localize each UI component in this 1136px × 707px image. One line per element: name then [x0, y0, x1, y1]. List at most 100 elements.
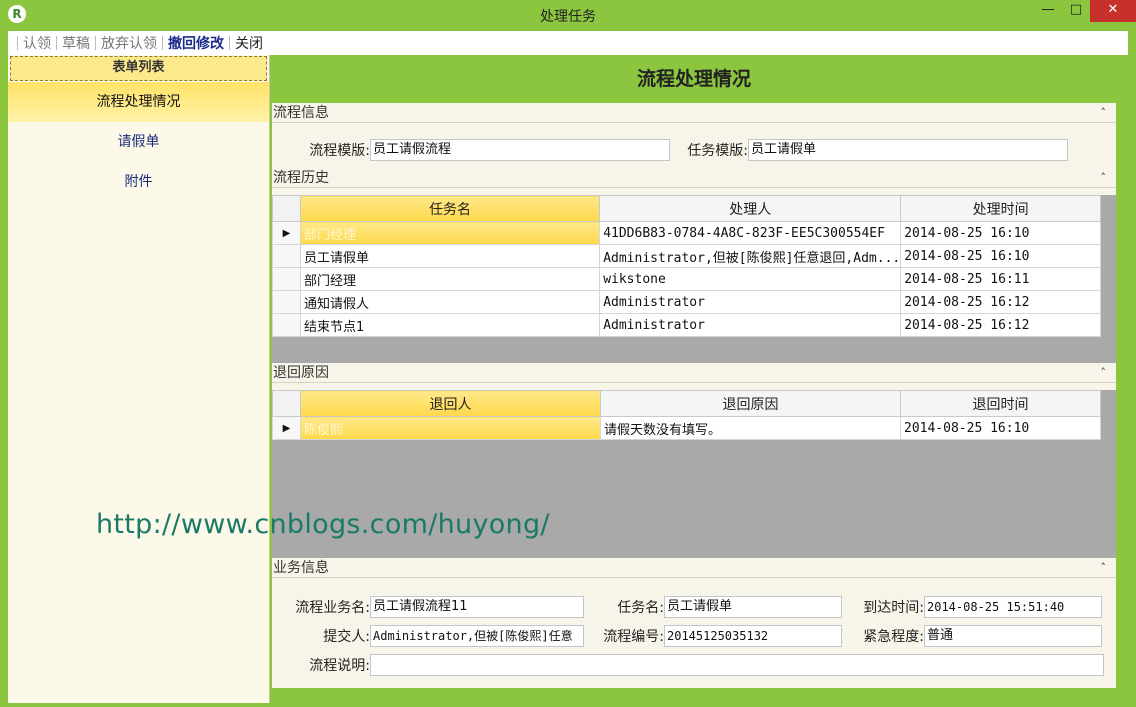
- table-row[interactable]: ▶ 部门经理 41DD6B83-0784-4A8C-823F-EE5C30055…: [272, 221, 1101, 245]
- submitter-field[interactable]: Administrator,但被[陈俊熙]任意: [370, 625, 584, 647]
- draft-button[interactable]: 草稿: [62, 33, 90, 53]
- task-template-label: 任务模版:: [687, 143, 748, 159]
- table-header-row: 任务名 处理人 处理时间: [272, 195, 1101, 222]
- flow-business-name-field[interactable]: 员工请假流程11: [370, 596, 584, 618]
- sidebar-item-process-status[interactable]: 流程处理情况: [8, 82, 269, 122]
- task-cell[interactable]: 通知请假人: [299, 290, 601, 314]
- select-all-cell[interactable]: [272, 390, 301, 417]
- business-info-section: 业务信息 ˄ 流程业务名: 员工请假流程11 任务名: 员工请假单 到达时间: …: [272, 558, 1116, 688]
- flow-number-label: 流程编号:: [603, 629, 664, 645]
- table-row[interactable]: ▶ 陈俊熙 请假天数没有填写。 2014-08-25 16:10: [272, 416, 1101, 440]
- flow-number-field[interactable]: 20145125035132: [664, 625, 842, 647]
- column-header-returner[interactable]: 退回人: [300, 390, 601, 417]
- history-header[interactable]: 流程历史 ˄: [272, 168, 1116, 188]
- urgency-field[interactable]: 普通: [924, 625, 1102, 647]
- collapse-chevron-icon[interactable]: ˄: [1101, 558, 1107, 578]
- collapse-chevron-icon[interactable]: ˄: [1101, 103, 1107, 123]
- table-row[interactable]: 通知请假人 Administrator 2014-08-25 16:12: [272, 290, 1101, 314]
- flow-business-name-label: 流程业务名:: [295, 600, 370, 616]
- sidebar-item-leave-form[interactable]: 请假单: [8, 122, 269, 162]
- time-cell[interactable]: 2014-08-25 16:10: [900, 221, 1101, 245]
- table-row[interactable]: 结束节点1 Administrator 2014-08-25 16:12: [272, 313, 1101, 337]
- arrival-time-label: 到达时间:: [863, 600, 924, 616]
- row-header-cell: [272, 313, 301, 337]
- task-name-field[interactable]: 员工请假单: [664, 596, 842, 618]
- column-header-reason[interactable]: 退回原因: [600, 390, 901, 417]
- collapse-chevron-icon[interactable]: ˄: [1101, 168, 1107, 188]
- handler-cell[interactable]: Administrator,但被[陈俊熙]任意退回,Adm...: [599, 244, 902, 268]
- returner-cell[interactable]: 陈俊熙: [300, 416, 601, 440]
- abandon-claim-button[interactable]: 放弃认领: [101, 33, 157, 53]
- task-template-row: 任务模版: 员工请假单: [672, 139, 1068, 161]
- column-header-task[interactable]: 任务名: [299, 195, 601, 222]
- close-button[interactable]: 关闭: [235, 33, 263, 53]
- return-time-cell[interactable]: 2014-08-25 16:10: [900, 416, 1101, 440]
- task-name-label: 任务名:: [617, 600, 664, 616]
- handler-cell[interactable]: wikstone: [599, 267, 902, 291]
- task-name-row: 任务名: 员工请假单: [588, 596, 842, 618]
- sidebar-header: 表单列表: [10, 56, 267, 81]
- form-list-sidebar: 表单列表 流程处理情况 请假单 附件: [8, 55, 270, 703]
- history-section: 流程历史 ˄: [272, 168, 1116, 190]
- app-window: R 处理任务 — □ ✕ 认领 草稿 放弃认领 撤回修改 关闭 表单列表 流程处…: [0, 0, 1136, 707]
- column-header-return-time[interactable]: 退回时间: [900, 390, 1101, 417]
- row-header-cell: [272, 244, 301, 268]
- flow-number-row: 流程编号: 20145125035132: [588, 625, 842, 647]
- return-table: 退回人 退回原因 退回时间 ▶ 陈俊熙 请假天数没有填写。 2014-08-25…: [272, 390, 1101, 440]
- collapse-chevron-icon[interactable]: ˄: [1101, 363, 1107, 383]
- task-cell[interactable]: 员工请假单: [299, 244, 601, 268]
- table-row[interactable]: 员工请假单 Administrator,但被[陈俊熙]任意退回,Adm... 2…: [272, 244, 1101, 268]
- submitter-label: 提交人:: [323, 629, 370, 645]
- history-table: 任务名 处理人 处理时间 ▶ 部门经理 41DD6B83-0784-4A8C-8…: [272, 195, 1101, 337]
- time-cell[interactable]: 2014-08-25 16:10: [900, 244, 1101, 268]
- handler-cell[interactable]: Administrator: [599, 290, 902, 314]
- handler-cell[interactable]: 41DD6B83-0784-4A8C-823F-EE5C300554EF: [599, 221, 902, 245]
- task-cell[interactable]: 结束节点1: [299, 313, 601, 337]
- handler-cell[interactable]: Administrator: [599, 313, 902, 337]
- page-title: 流程处理情况: [272, 55, 1116, 103]
- reason-cell[interactable]: 请假天数没有填写。: [600, 416, 901, 440]
- flow-template-field[interactable]: 员工请假流程: [370, 139, 670, 161]
- minimize-button[interactable]: —: [1034, 0, 1062, 22]
- claim-button[interactable]: 认领: [23, 33, 51, 53]
- task-cell[interactable]: 部门经理: [299, 221, 601, 245]
- arrival-time-field[interactable]: 2014-08-25 15:51:40: [924, 596, 1102, 618]
- main-panel: 流程处理情况 流程信息 ˄ 流程模版: 员工请假流程 任务模版: 员工请假单 流…: [272, 55, 1116, 688]
- title-bar: R 处理任务 — □ ✕: [0, 0, 1136, 30]
- sidebar-item-attachments[interactable]: 附件: [8, 162, 269, 202]
- table-row[interactable]: 部门经理 wikstone 2014-08-25 16:11: [272, 267, 1101, 291]
- submitter-row: 提交人: Administrator,但被[陈俊熙]任意: [272, 625, 584, 647]
- return-reason-section: 退回原因 ˄: [272, 363, 1116, 385]
- toolbar: 认领 草稿 放弃认领 撤回修改 关闭: [8, 31, 1128, 55]
- flow-info-section: 流程信息 ˄ 流程模版: 员工请假流程 任务模版: 员工请假单: [272, 103, 1116, 168]
- select-all-cell[interactable]: [272, 195, 301, 222]
- flow-info-header[interactable]: 流程信息 ˄: [272, 103, 1116, 123]
- flow-description-row: 流程说明:: [272, 654, 1104, 676]
- row-header-cell: [272, 290, 301, 314]
- table-header-row: 退回人 退回原因 退回时间: [272, 390, 1101, 417]
- business-info-header[interactable]: 业务信息 ˄: [272, 558, 1116, 578]
- close-window-button[interactable]: ✕: [1090, 0, 1136, 22]
- time-cell[interactable]: 2014-08-25 16:12: [900, 313, 1101, 337]
- section-title: 流程信息: [273, 105, 329, 121]
- flow-template-row: 流程模版: 员工请假流程: [272, 139, 670, 161]
- toolbar-separator: [95, 36, 96, 50]
- flow-description-field[interactable]: [370, 654, 1104, 676]
- task-cell[interactable]: 部门经理: [299, 267, 601, 291]
- task-template-field[interactable]: 员工请假单: [748, 139, 1068, 161]
- toolbar-separator: [162, 36, 163, 50]
- flow-business-name-row: 流程业务名: 员工请假流程11: [272, 596, 584, 618]
- urgency-row: 紧急程度: 普通: [846, 625, 1102, 647]
- return-reason-header[interactable]: 退回原因 ˄: [272, 363, 1116, 383]
- column-header-handler[interactable]: 处理人: [599, 195, 902, 222]
- flow-template-label: 流程模版:: [309, 143, 370, 159]
- withdraw-edit-button[interactable]: 撤回修改: [168, 33, 224, 53]
- column-header-time[interactable]: 处理时间: [900, 195, 1101, 222]
- maximize-button[interactable]: □: [1062, 0, 1090, 22]
- time-cell[interactable]: 2014-08-25 16:11: [900, 267, 1101, 291]
- time-cell[interactable]: 2014-08-25 16:12: [900, 290, 1101, 314]
- section-title: 退回原因: [273, 365, 329, 381]
- window-title: 处理任务: [540, 9, 596, 25]
- row-pointer-icon: ▶: [272, 416, 301, 440]
- flow-description-label: 流程说明:: [309, 658, 370, 674]
